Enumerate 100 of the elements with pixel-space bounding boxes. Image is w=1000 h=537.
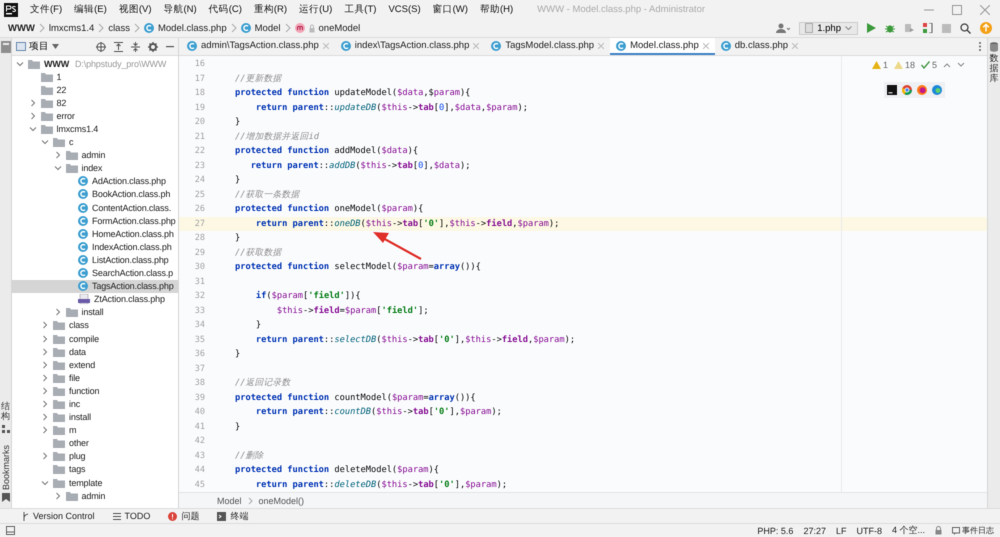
tree-item[interactable]: template xyxy=(12,476,178,490)
status-item[interactable]: PHP: 5.6 xyxy=(757,526,794,536)
tree-item[interactable]: ListAction.class.php xyxy=(12,253,178,266)
tool-window-button[interactable]: 终端 xyxy=(217,510,248,522)
tree-item[interactable]: lmxcms1.4 xyxy=(12,122,178,136)
tree-item[interactable]: compile xyxy=(12,332,178,346)
status-item[interactable]: UTF-8 xyxy=(856,526,882,536)
tree-item[interactable]: function xyxy=(12,384,178,398)
project-view-dropdown[interactable]: 项目 xyxy=(16,40,59,53)
chevron-right-icon[interactable] xyxy=(41,386,49,395)
tree-item[interactable]: extend xyxy=(12,358,178,372)
chevron-down-icon[interactable] xyxy=(28,125,36,134)
database-icon[interactable] xyxy=(990,42,998,52)
bug-icon[interactable] xyxy=(885,23,895,33)
chevron-right-icon[interactable] xyxy=(41,374,49,382)
menu-item[interactable]: VCS(S) xyxy=(382,4,427,15)
chevron-right-icon[interactable] xyxy=(28,112,36,120)
tree-item[interactable]: plug xyxy=(12,450,178,463)
browser-icon[interactable] xyxy=(932,85,942,95)
menu-item[interactable]: 窗口(W) xyxy=(426,3,474,16)
project-panel-icon[interactable] xyxy=(0,41,10,53)
menu-item[interactable]: 导航(N) xyxy=(157,3,203,16)
tree-item[interactable]: SearchAction.class.p xyxy=(12,266,178,280)
tool-window-button[interactable]: 问题 xyxy=(168,510,200,522)
tree-item[interactable]: tags xyxy=(12,462,178,476)
editor-tab[interactable]: admin\TagsAction.class.php xyxy=(181,38,335,55)
settings-icon[interactable] xyxy=(148,42,158,52)
target-icon[interactable] xyxy=(96,42,106,52)
editor-tab[interactable]: db.class.php xyxy=(714,38,804,55)
menu-item[interactable]: 工具(T) xyxy=(338,3,382,16)
chevron-right-icon[interactable] xyxy=(41,400,49,408)
tree-item[interactable]: FormAction.class.php xyxy=(12,214,178,228)
tree-item[interactable]: 82 xyxy=(12,96,178,110)
chevron-right-icon[interactable] xyxy=(41,321,49,330)
breadcrumb-item[interactable]: Model xyxy=(254,22,280,34)
browser-icon[interactable] xyxy=(917,85,927,95)
tool-window-button[interactable]: TODO xyxy=(112,511,150,521)
coverage-icon[interactable] xyxy=(904,23,914,33)
breadcrumb-item[interactable]: oneModel xyxy=(318,22,360,34)
tree-item[interactable]: TagsAction.class.php xyxy=(12,280,178,293)
tree-item[interactable]: AdAction.class.php xyxy=(12,174,178,188)
tool-window-button[interactable]: Version Control xyxy=(22,511,95,521)
tree-item[interactable]: BookAction.class.ph xyxy=(12,188,178,202)
breadcrumb-item[interactable]: lmxcms1.4 xyxy=(48,22,94,34)
tree-item[interactable]: m xyxy=(12,424,178,437)
status-item[interactable]: 27:27 xyxy=(803,526,826,536)
chevron-down-icon[interactable] xyxy=(957,62,965,68)
tool-window-tab[interactable]: Bookmarks xyxy=(0,444,10,490)
menu-item[interactable]: 编辑(E) xyxy=(68,3,113,16)
browser-icon[interactable] xyxy=(902,85,912,95)
breadcrumb-item[interactable]: Model xyxy=(217,496,242,506)
run-config-dropdown[interactable]: 1.php xyxy=(799,22,858,34)
run-icon[interactable] xyxy=(867,23,876,33)
chevron-right-icon[interactable] xyxy=(41,348,49,356)
collapse-all-icon[interactable] xyxy=(131,42,140,52)
tree-item[interactable]: IndexAction.class.ph xyxy=(12,240,178,254)
tree-item[interactable]: HomeAction.class.ph xyxy=(12,227,178,240)
chevron-right-icon[interactable] xyxy=(41,452,49,460)
menu-item[interactable]: 帮助(H) xyxy=(474,3,520,16)
lock-icon[interactable] xyxy=(935,526,942,535)
breadcrumb-item[interactable]: WWW xyxy=(8,22,35,34)
profiler-icon[interactable] xyxy=(923,23,933,33)
user-icon[interactable] xyxy=(776,23,790,33)
tree-item[interactable]: 1 xyxy=(12,70,178,84)
chevron-down-icon[interactable] xyxy=(41,138,49,146)
tool-window-tab[interactable]: 结构 xyxy=(1,402,10,422)
breadcrumb-item[interactable]: Model.class.php xyxy=(158,22,227,34)
maximize-icon[interactable] xyxy=(952,4,962,14)
editor-tab[interactable]: TagsModel.class.php xyxy=(485,38,610,55)
structure-icon[interactable] xyxy=(2,424,10,433)
tree-item[interactable]: inc xyxy=(12,397,178,411)
menu-item[interactable]: 代码(C) xyxy=(202,3,248,16)
bookmark-icon[interactable] xyxy=(2,493,10,502)
menu-item[interactable]: 运行(U) xyxy=(293,3,338,16)
chevron-down-icon[interactable] xyxy=(54,164,62,172)
search-icon[interactable] xyxy=(960,22,971,34)
tree-item[interactable]: file xyxy=(12,371,178,384)
panel-toggle-icon[interactable] xyxy=(6,526,15,535)
breadcrumb-item[interactable]: class xyxy=(108,22,130,34)
tool-window-tab[interactable]: 数据库 xyxy=(990,54,998,84)
tree-item[interactable]: class xyxy=(12,318,178,332)
tree-item[interactable]: other xyxy=(12,436,178,450)
tree-item[interactable]: install xyxy=(12,410,178,424)
tree-item[interactable]: index xyxy=(12,162,178,175)
chevron-right-icon[interactable] xyxy=(41,426,49,434)
chevron-right-icon[interactable] xyxy=(41,413,49,422)
chevron-right-icon[interactable] xyxy=(28,98,36,107)
tree-item[interactable]: admin xyxy=(12,148,178,162)
editor-tab[interactable]: index\TagsAction.class.php xyxy=(334,38,486,55)
tree-item[interactable]: install xyxy=(12,306,178,319)
chevron-right-icon[interactable] xyxy=(54,308,62,316)
tree-item[interactable]: c xyxy=(12,136,178,149)
chevron-right-icon[interactable] xyxy=(41,334,49,343)
tree-item[interactable]: 22 xyxy=(12,83,178,96)
tree-item[interactable]: data xyxy=(12,345,178,358)
tree-item[interactable]: ContentAction.class. xyxy=(12,201,178,214)
chevron-right-icon[interactable] xyxy=(54,151,62,160)
chevron-down-icon[interactable] xyxy=(16,60,24,68)
tree-item[interactable]: admin xyxy=(12,489,178,502)
breadcrumb-item[interactable]: oneModel() xyxy=(258,496,304,506)
